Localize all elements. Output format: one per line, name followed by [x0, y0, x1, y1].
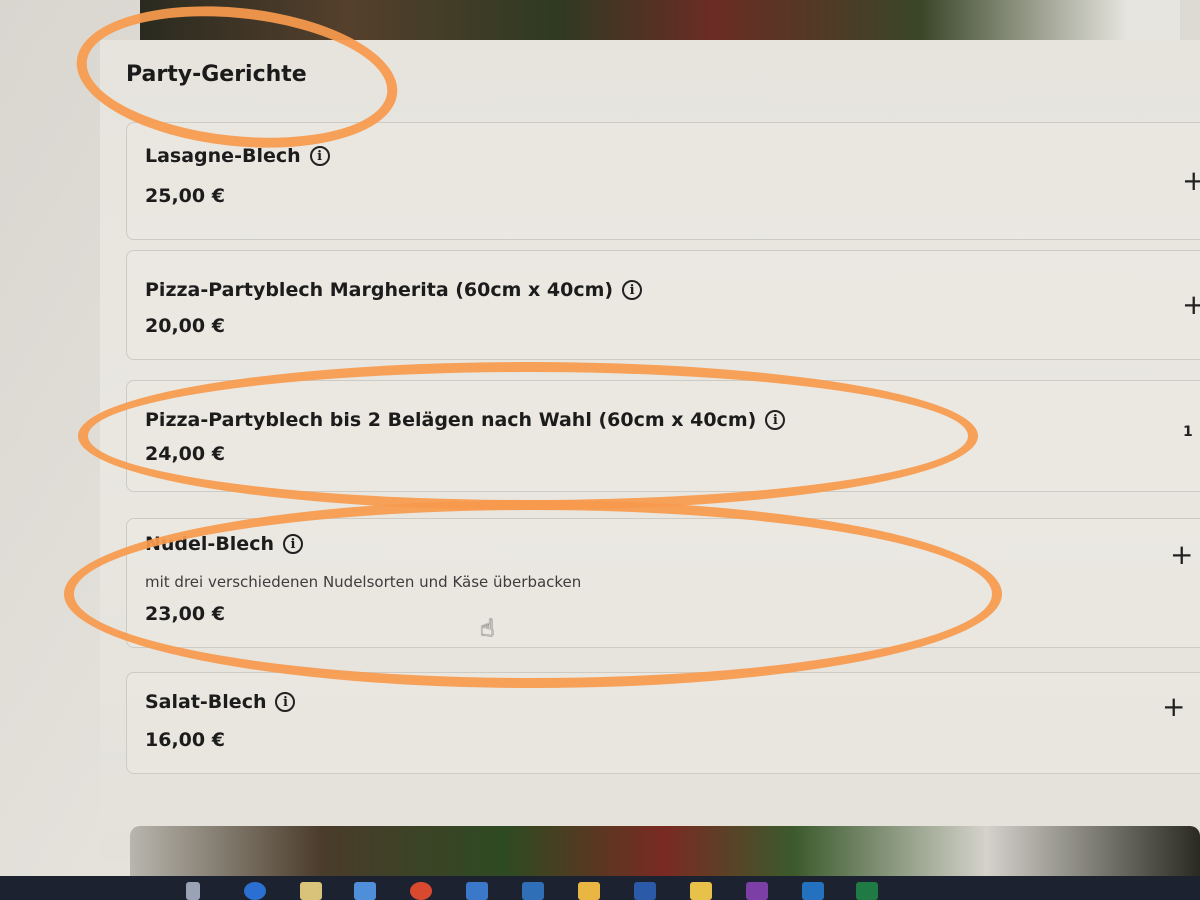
menu-item-lasagne[interactable]: Lasagne-Blech i 25,00 € + — [126, 122, 1200, 240]
menu-item-nudel-blech[interactable]: Nudel-Blech i mit drei verschiedenen Nud… — [126, 518, 1200, 648]
excel-icon[interactable] — [856, 882, 878, 900]
menu-item-pizza-2-belaege[interactable]: Pizza-Partyblech bis 2 Belägen nach Wahl… — [126, 380, 1200, 492]
menu-item-pizza-margherita[interactable]: Pizza-Partyblech Margherita (60cm x 40cm… — [126, 250, 1200, 360]
onenote-icon[interactable] — [746, 882, 768, 900]
quantity-badge: 1 — [1183, 424, 1193, 440]
item-name: Lasagne-Blech — [145, 145, 301, 167]
item-name: Nudel-Blech — [145, 533, 274, 555]
add-button[interactable]: + — [1162, 693, 1185, 721]
item-price: 16,00 € — [145, 729, 225, 751]
info-icon[interactable]: i — [622, 280, 643, 300]
info-icon[interactable]: i — [309, 146, 330, 166]
folder-icon[interactable] — [578, 882, 600, 900]
info-icon[interactable]: i — [765, 410, 786, 430]
outlook-icon[interactable] — [802, 882, 824, 900]
item-name: Pizza-Partyblech Margherita (60cm x 40cm… — [145, 279, 614, 301]
info-icon[interactable]: i — [275, 692, 296, 712]
item-name: Pizza-Partyblech bis 2 Belägen nach Wahl… — [145, 409, 757, 431]
hand-cursor-icon: ☝ — [480, 614, 495, 642]
item-description: mit drei verschiedenen Nudelsorten und K… — [145, 573, 582, 591]
add-button[interactable]: + — [1170, 541, 1193, 569]
add-button[interactable]: + — [1182, 167, 1200, 195]
menu-item-salat-blech[interactable]: Salat-Blech i 16,00 € + — [126, 672, 1200, 774]
category-title: Party-Gerichte — [126, 62, 307, 87]
item-price: 25,00 € — [145, 185, 225, 207]
item-price: 24,00 € — [145, 443, 225, 465]
windows-taskbar — [0, 876, 1200, 900]
info-icon[interactable]: i — [282, 534, 303, 554]
edge-icon[interactable] — [244, 882, 266, 900]
pencil-icon[interactable] — [300, 882, 322, 900]
files-icon[interactable] — [690, 882, 712, 900]
item-price: 23,00 € — [145, 603, 225, 625]
photos-icon[interactable] — [354, 882, 376, 900]
task-view-icon[interactable] — [186, 882, 200, 900]
store-icon[interactable] — [466, 882, 488, 900]
add-button[interactable]: + — [1182, 291, 1200, 319]
mail-icon[interactable] — [522, 882, 544, 900]
item-name: Salat-Blech — [145, 691, 267, 713]
chrome-icon[interactable] — [410, 882, 432, 900]
word-icon[interactable] — [634, 882, 656, 900]
item-price: 20,00 € — [145, 315, 225, 337]
